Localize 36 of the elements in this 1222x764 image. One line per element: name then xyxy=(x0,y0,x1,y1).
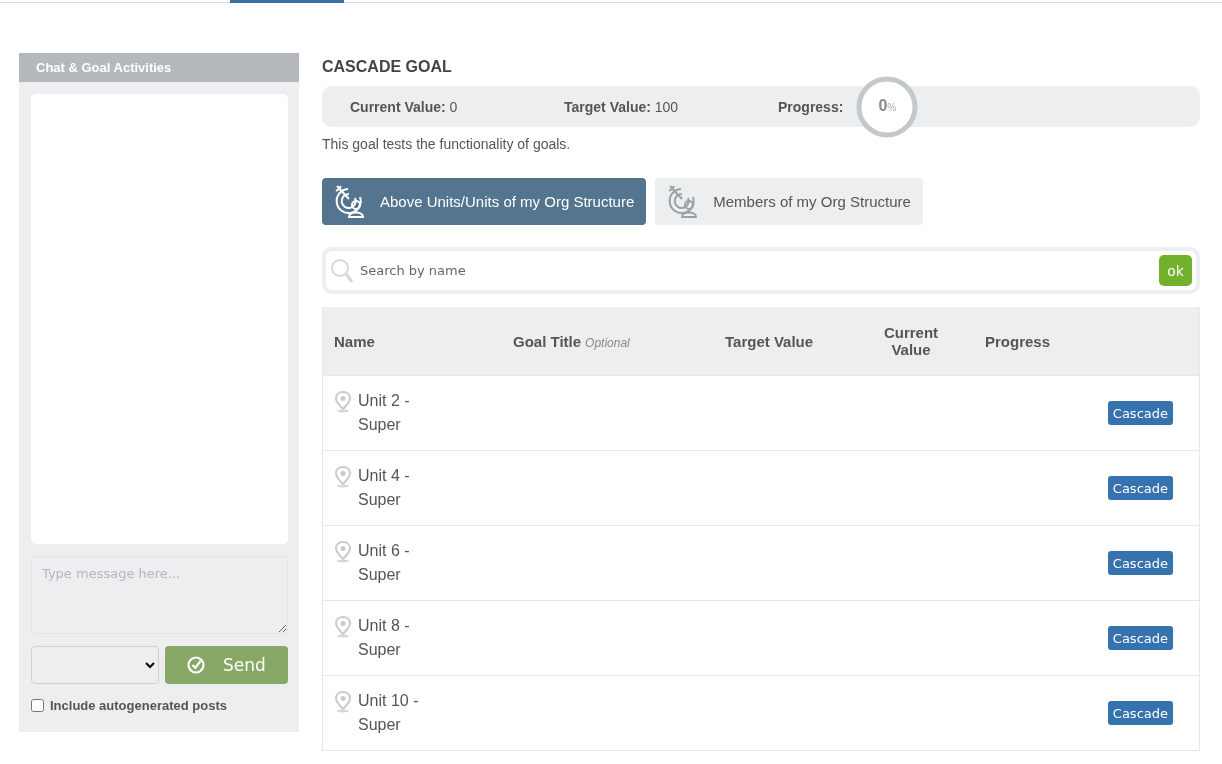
cascade-button[interactable]: Cascade xyxy=(1107,476,1173,500)
progress-value: 0% xyxy=(877,96,898,115)
cascade-button[interactable]: Cascade xyxy=(1107,551,1173,575)
column-header: Current Value xyxy=(882,324,940,358)
column-header: Progress xyxy=(984,332,1052,350)
stat-text: Current Value: 0 xyxy=(350,98,459,115)
autogenerated-checkbox[interactable] xyxy=(31,699,44,712)
unit-name: Unit 8 - Super xyxy=(358,616,411,660)
unit-name: Unit 6 - Super xyxy=(358,541,411,585)
cascade-button[interactable]: Cascade xyxy=(1107,626,1173,650)
location-pin-icon xyxy=(334,616,352,638)
scope-tab[interactable]: Above Units/Units of my Org Structure xyxy=(322,178,647,225)
location-pin-icon xyxy=(334,466,352,488)
checkbox-label: Include autogenerated posts xyxy=(50,698,227,713)
column-header: Target Value xyxy=(724,332,815,350)
stat-text: Target Value: 100 xyxy=(564,98,680,115)
search-field[interactable]: Search by name ok xyxy=(322,247,1200,294)
panel-title: Chat & Goal Activities xyxy=(19,53,299,82)
goal-title: CASCADE GOAL xyxy=(322,58,453,76)
ok-button[interactable]: ok xyxy=(1159,255,1192,286)
column-header: Goal Title Optional xyxy=(512,332,631,350)
scope-tab[interactable]: Members of my Org Structure xyxy=(655,178,923,225)
cascade-button[interactable]: Cascade xyxy=(1107,701,1173,725)
location-pin-icon xyxy=(334,541,352,563)
column-header: Name xyxy=(333,332,376,350)
unit-name: Unit 4 - Super xyxy=(358,466,411,510)
goal-description: This goal tests the functionality of goals. xyxy=(322,136,572,152)
unit-name: Unit 2 - Super xyxy=(358,391,411,435)
cascade-button[interactable]: Cascade xyxy=(1107,401,1173,425)
location-pin-icon xyxy=(334,391,352,413)
unit-name: Unit 10 - Super xyxy=(358,691,420,735)
location-pin-icon xyxy=(334,691,352,713)
progress-label: Progress: xyxy=(778,98,844,115)
search-icon xyxy=(330,257,354,284)
send-button[interactable]: Send xyxy=(165,646,288,684)
check-circle-icon xyxy=(187,656,206,674)
